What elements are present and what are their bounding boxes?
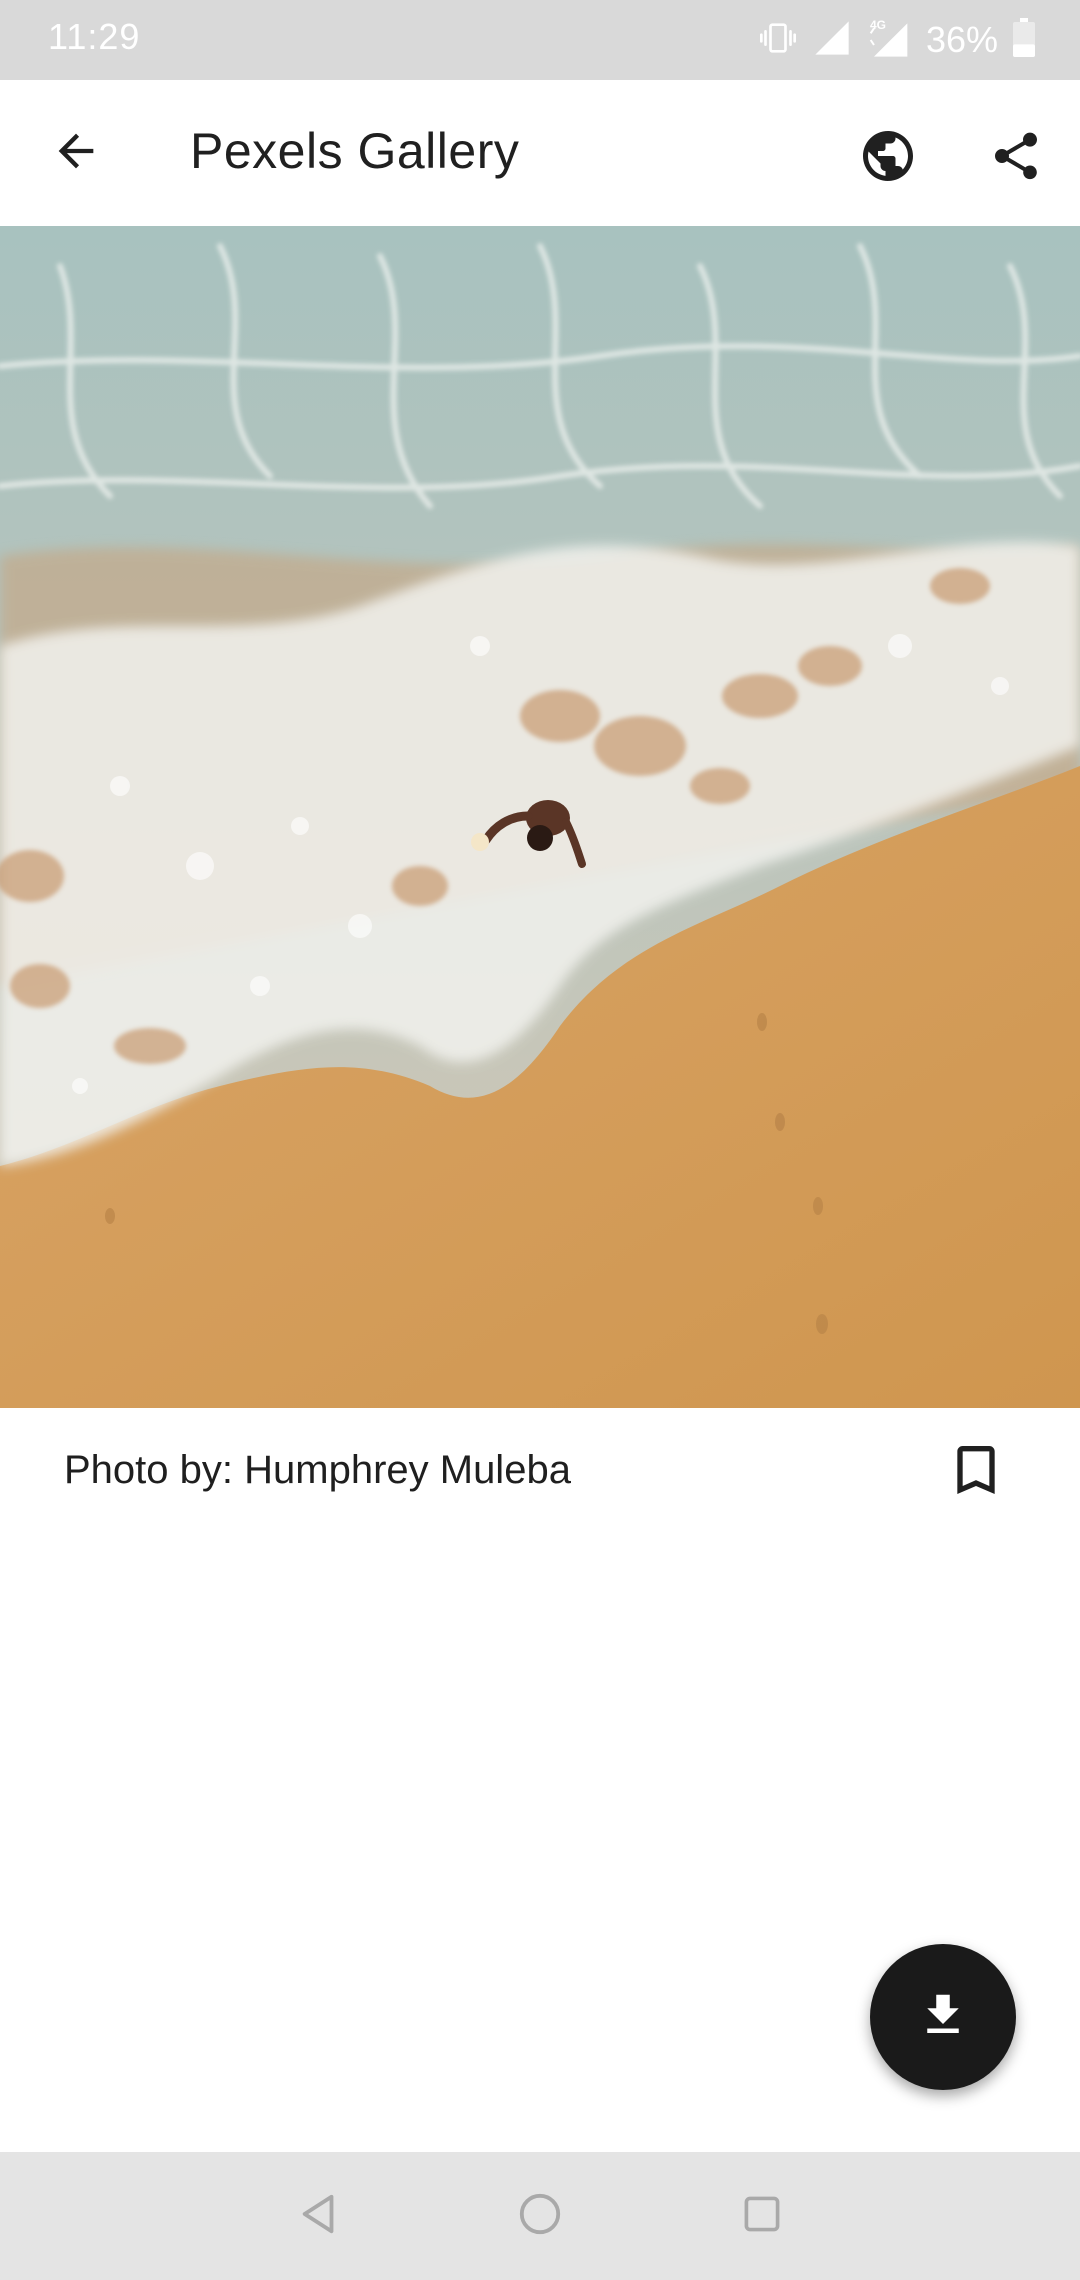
status-bar: 11:29 4G 36% <box>0 0 1080 80</box>
photographer-credit: Photo by: Humphrey Muleba <box>64 1448 571 1492</box>
download-icon <box>916 1988 970 2047</box>
back-button[interactable] <box>36 113 116 193</box>
screen: 11:29 4G 36% Pexels Gallery Photo by: Hu… <box>0 0 1080 2280</box>
battery-percent: 36% <box>925 19 998 60</box>
globe-icon <box>858 126 918 191</box>
page-title: Pexels Gallery <box>190 123 520 179</box>
download-button[interactable] <box>870 1944 1016 2090</box>
share-button[interactable] <box>976 118 1056 198</box>
signal-icon <box>812 18 852 63</box>
vibrate-icon <box>758 18 798 63</box>
battery-icon <box>1012 17 1036 63</box>
nav-home-icon <box>517 2191 563 2242</box>
system-navigation-bar <box>0 2152 1080 2280</box>
nav-recents-button[interactable] <box>722 2176 802 2256</box>
beach-photo-image <box>0 226 1080 1408</box>
status-time: 11:29 <box>48 16 141 57</box>
open-in-browser-button[interactable] <box>848 118 928 198</box>
nav-back-icon <box>297 2191 343 2242</box>
status-icons: 4G 36% <box>758 14 1036 66</box>
bookmark-button[interactable] <box>936 1432 1016 1512</box>
gallery-photo[interactable] <box>0 226 1080 1408</box>
nav-recents-icon <box>740 2192 784 2241</box>
network-type-label: 4G <box>869 18 886 32</box>
bookmark-outline-icon <box>944 1434 1008 1511</box>
share-icon <box>988 128 1044 189</box>
arrow-back-icon <box>50 125 102 182</box>
nav-home-button[interactable] <box>500 2176 580 2256</box>
nav-back-button[interactable] <box>280 2176 360 2256</box>
signal-4g-icon: 4G <box>866 18 912 60</box>
app-bar: Pexels Gallery <box>0 80 1080 227</box>
